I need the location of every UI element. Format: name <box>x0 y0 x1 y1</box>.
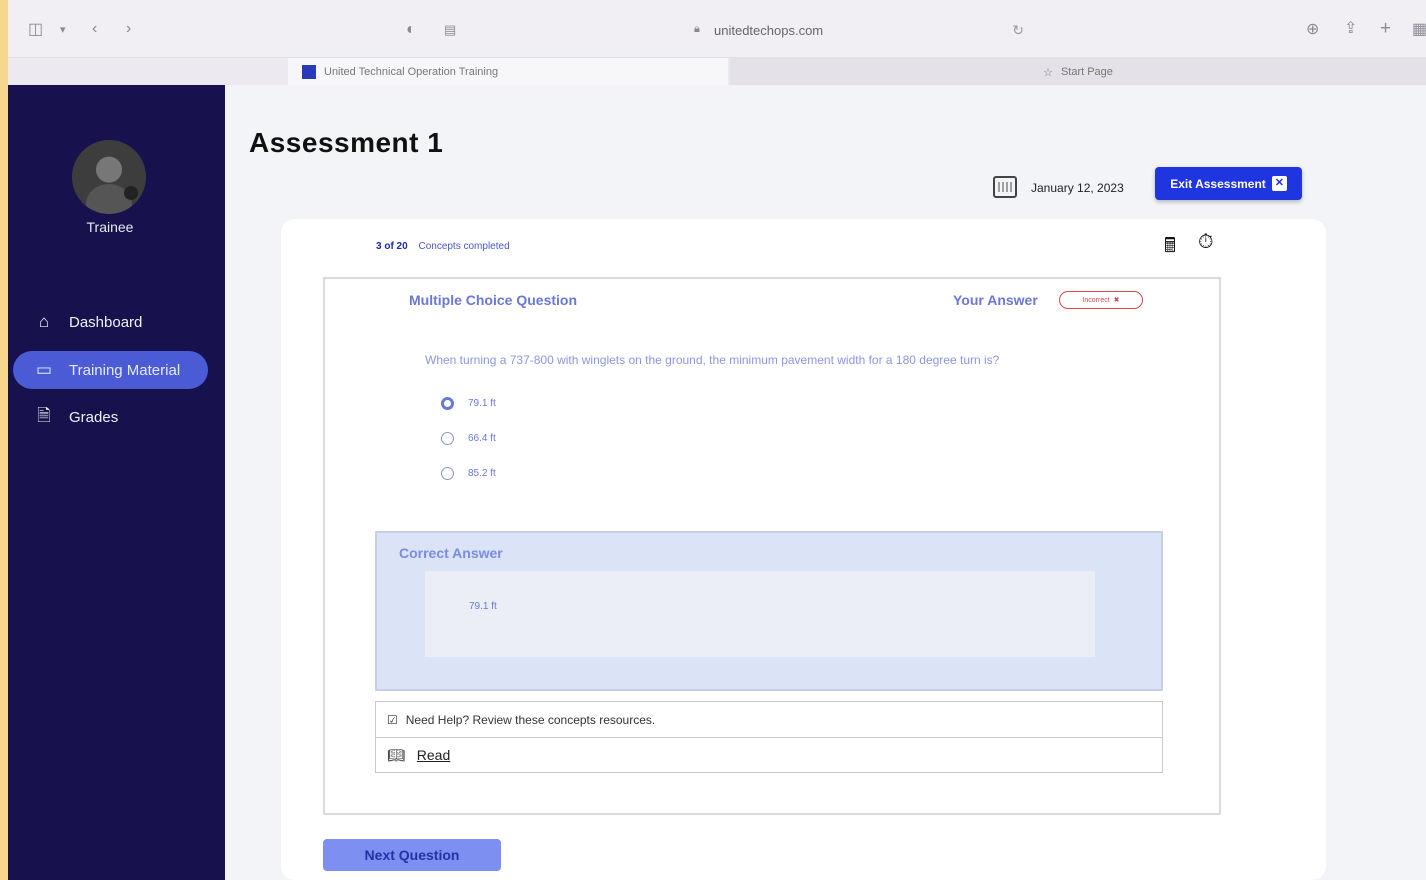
correct-answer-field: 79.1 ft <box>425 571 1095 657</box>
assessment-date: January 12, 2023 <box>1031 181 1124 195</box>
your-answer-label: Your Answer <box>953 292 1038 308</box>
page-title: Assessment 1 <box>249 127 444 158</box>
answer-option[interactable]: 85.2 ft <box>441 467 496 480</box>
tab-united-training[interactable]: United Technical Operation Training <box>288 58 728 86</box>
sidebar-item-training-material[interactable]: ▭ Training Material <box>13 351 208 389</box>
sidebar-item-label: Dashboard <box>69 313 143 331</box>
main-content: Assessment 1 January 12, 2023 Exit Asses… <box>225 85 1426 880</box>
question-text: When turning a 737-800 with winglets on … <box>425 353 1000 367</box>
share-icon[interactable]: ⇪ <box>1344 19 1357 39</box>
avatar-badge <box>124 186 138 200</box>
radio-selected[interactable] <box>441 397 454 410</box>
status-badge: Incorrect ✖ <box>1059 291 1143 309</box>
error-icon: ✖ <box>1113 297 1120 304</box>
document-icon: 🗎︎ <box>37 405 51 425</box>
sidebar-toggle-icon[interactable]: ◫ <box>28 20 43 40</box>
home-icon: ⌂ <box>38 312 50 331</box>
back-icon[interactable]: ‹ <box>92 19 97 39</box>
calendar-icon <box>993 176 1017 198</box>
radio-unselected[interactable] <box>441 432 454 445</box>
question-card: 3 of 20 Concepts completed 🖩︎ ⏱︎ Multipl… <box>281 219 1326 880</box>
lock-icon: 🔒︎ <box>694 23 700 35</box>
exit-label: Exit Assessment <box>1170 176 1266 191</box>
progress-indicator: 3 of 20 Concepts completed <box>376 241 510 252</box>
next-question-button[interactable]: Next Question <box>323 839 501 871</box>
exit-assessment-button[interactable]: Exit Assessment ✕ <box>1155 167 1302 200</box>
status-text: Incorrect <box>1082 296 1110 304</box>
download-icon[interactable]: ⊕ <box>1306 20 1319 40</box>
browser-window: ◫ ▾ ‹ › ◐ ▤ 🔒︎ unitedtechops.com ↻ ⊕ ⇪ +… <box>8 0 1426 880</box>
sidebar-item-grades[interactable]: 🗎︎ Grades <box>13 398 208 436</box>
radio-unselected[interactable] <box>441 467 454 480</box>
new-tab-icon[interactable]: + <box>1380 19 1391 39</box>
privacy-shield-icon[interactable]: ◐ <box>406 20 416 40</box>
timer-icon[interactable]: ⏱︎ <box>1198 231 1214 254</box>
answer-option[interactable]: 79.1 ft <box>441 397 496 410</box>
tab-start-page[interactable]: ☆ Start Page <box>730 58 1426 86</box>
help-header: ☑ Need Help? Review these concepts resou… <box>376 702 1162 738</box>
close-icon: ✕ <box>1271 176 1287 191</box>
book-icon: 📖︎ <box>387 746 405 763</box>
answer-option[interactable]: 66.4 ft <box>441 432 496 445</box>
sidebar: Trainee ⌂ Dashboard ▭ Training Material … <box>8 85 225 880</box>
sidebar-item-dashboard[interactable]: ⌂ Dashboard <box>13 303 208 341</box>
read-link[interactable]: Read <box>417 747 450 763</box>
correct-answer-value: 79.1 ft <box>469 601 497 612</box>
sidebar-item-label: Training Material <box>69 361 181 379</box>
laptop-icon: ▭ <box>35 360 53 379</box>
address-bar[interactable]: 🔒︎ unitedtechops.com ↻ <box>438 18 1028 44</box>
checkbox-icon: ☑ <box>387 712 398 727</box>
tab-label: United Technical Operation Training <box>324 66 499 78</box>
option-label: 85.2 ft <box>468 468 496 479</box>
star-icon: ☆ <box>1043 66 1053 79</box>
question-type: Multiple Choice Question <box>409 292 578 308</box>
sidebar-item-label: Grades <box>69 408 119 426</box>
favicon-icon <box>302 65 316 79</box>
question-box: Multiple Choice Question Your Answer Inc… <box>323 277 1221 815</box>
chevron-down-icon[interactable]: ▾ <box>60 20 66 40</box>
option-label: 66.4 ft <box>468 433 496 444</box>
url-text: unitedtechops.com <box>714 23 824 38</box>
browser-toolbar: ◫ ▾ ‹ › ◐ ▤ 🔒︎ unitedtechops.com ↻ ⊕ ⇪ +… <box>8 0 1426 58</box>
tab-bar: United Technical Operation Training ☆ St… <box>8 58 1426 86</box>
avatar[interactable] <box>72 140 146 214</box>
tab-label: Start Page <box>1060 66 1113 78</box>
read-resource[interactable]: 📖︎ Read <box>376 738 1162 772</box>
reload-icon[interactable]: ↻ <box>1012 22 1024 39</box>
user-role: Trainee <box>86 219 134 235</box>
correct-answer-title: Correct Answer <box>399 545 503 561</box>
help-resources: ☑ Need Help? Review these concepts resou… <box>375 701 1163 773</box>
option-label: 79.1 ft <box>468 398 496 409</box>
forward-icon[interactable]: › <box>126 19 131 39</box>
calculator-icon[interactable]: 🖩︎ <box>1164 231 1176 265</box>
progress-count: 3 of 20 <box>376 241 408 252</box>
tab-overview-icon[interactable]: ▦ <box>1412 20 1426 40</box>
progress-label: Concepts completed <box>418 241 510 252</box>
help-text: Need Help? Review these concepts resourc… <box>405 712 656 727</box>
correct-answer-panel: Correct Answer 79.1 ft <box>375 531 1163 691</box>
